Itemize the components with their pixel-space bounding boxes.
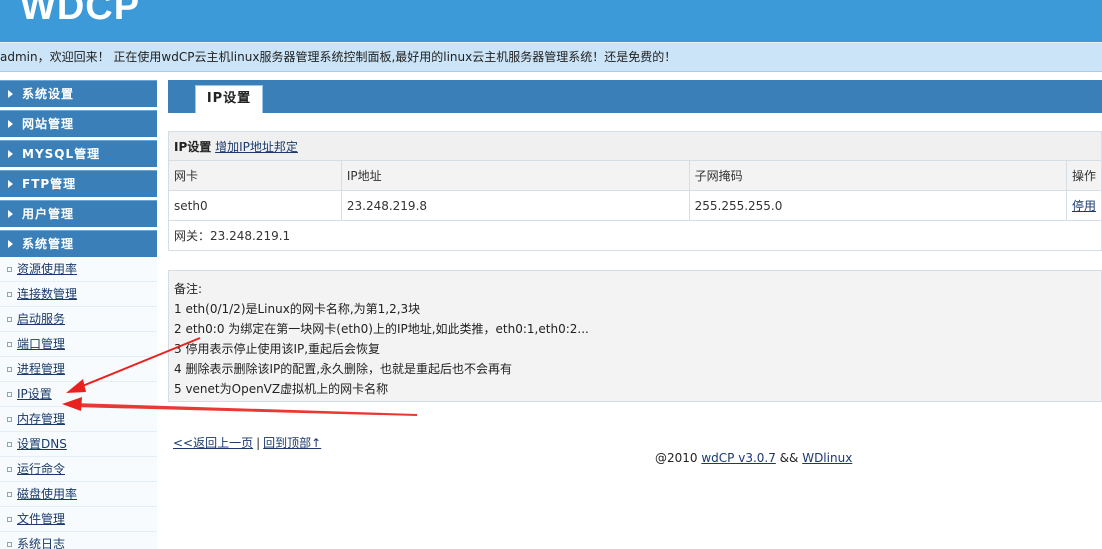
note-line: 2 eth0:0 为绑定在第一块网卡(eth0)上的IP地址,如此类推，eth0… bbox=[174, 322, 589, 336]
menu-mysql-management[interactable]: MYSQL管理 bbox=[0, 140, 157, 167]
welcome-bar: admin，欢迎回来！ 正在使用wdCP云主机linux服务器管理系统控制面板,… bbox=[0, 42, 1102, 72]
logo: WDCP bbox=[20, 0, 141, 28]
bullet-square-icon bbox=[7, 267, 12, 272]
sidebar-link[interactable]: 资源使用率 bbox=[17, 262, 77, 276]
triangle-right-icon bbox=[8, 90, 13, 98]
add-ip-binding-link[interactable]: 增加IP地址邦定 bbox=[215, 140, 298, 154]
bullet-square-icon bbox=[7, 442, 12, 447]
sidebar-link[interactable]: IP设置 bbox=[17, 387, 52, 401]
menu-ftp-management[interactable]: FTP管理 bbox=[0, 170, 157, 197]
sidebar-item-dns: 设置DNS bbox=[0, 432, 157, 457]
col-header-action: 操作 bbox=[1065, 160, 1102, 191]
col-header-ip: IP地址 bbox=[340, 160, 690, 191]
sidebar-item-disk-usage: 磁盘使用率 bbox=[0, 482, 157, 507]
menu-label: MYSQL管理 bbox=[22, 147, 101, 161]
bullet-square-icon bbox=[7, 392, 12, 397]
bullet-square-icon bbox=[7, 542, 12, 547]
menu-site-management[interactable]: 网站管理 bbox=[0, 110, 157, 137]
brand-link[interactable]: WDlinux bbox=[802, 451, 852, 465]
sidebar-link[interactable]: 系统日志 bbox=[17, 537, 65, 549]
sidebar-link[interactable]: 端口管理 bbox=[17, 337, 65, 351]
sidebar-item-memory: 内存管理 bbox=[0, 407, 157, 432]
menu-label: 系统管理 bbox=[22, 237, 75, 251]
cell-mask: 255.255.255.0 bbox=[688, 190, 1067, 221]
sidebar-item-ports: 端口管理 bbox=[0, 332, 157, 357]
sidebar-link[interactable]: 文件管理 bbox=[17, 512, 65, 526]
note-line: 3 停用表示停止使用该IP,重起后会恢复 bbox=[174, 342, 381, 356]
col-header-mask: 子网掩码 bbox=[688, 160, 1067, 191]
bullet-square-icon bbox=[7, 467, 12, 472]
sidebar-link[interactable]: 磁盘使用率 bbox=[17, 487, 77, 501]
separator: | bbox=[256, 436, 261, 450]
version-link[interactable]: wdCP v3.0.7 bbox=[701, 451, 776, 465]
bullet-square-icon bbox=[7, 317, 12, 322]
menu-system-settings[interactable]: 系统设置 bbox=[0, 80, 157, 107]
sidebar-item-ip-settings: IP设置 bbox=[0, 382, 157, 407]
table-row: seth0 23.248.219.8 255.255.255.0 停用 bbox=[168, 190, 1102, 221]
tab-bar: IP设置 bbox=[168, 80, 1102, 113]
menu-label: FTP管理 bbox=[22, 177, 77, 191]
back-link[interactable]: <<返回上一页 bbox=[173, 436, 253, 450]
sidebar-item-run-command: 运行命令 bbox=[0, 457, 157, 482]
note-line: 5 venet为OpenVZ虚拟机上的网卡名称 bbox=[174, 382, 389, 396]
bullet-square-icon bbox=[7, 417, 12, 422]
footer: @2010 wdCP v3.0.7 && WDlinux bbox=[655, 451, 852, 465]
col-header-nic: 网卡 bbox=[168, 160, 342, 191]
gateway-row: 网关：23.248.219.1 bbox=[168, 220, 1102, 251]
copyright-text: @2010 bbox=[655, 451, 702, 465]
sidebar-item-connections: 连接数管理 bbox=[0, 282, 157, 307]
sidebar-item-file-management: 文件管理 bbox=[0, 507, 157, 532]
bullet-square-icon bbox=[7, 492, 12, 497]
sidebar-item-system-log: 系统日志 bbox=[0, 532, 157, 549]
menu-user-management[interactable]: 用户管理 bbox=[0, 200, 157, 227]
note-line: 4 删除表示删除该IP的配置,永久删除，也就是重起后也不会再有 bbox=[174, 362, 513, 376]
page-nav-links: <<返回上一页 | 回到顶部↑ bbox=[173, 434, 321, 451]
sidebar-item-processes: 进程管理 bbox=[0, 357, 157, 382]
welcome-text: admin，欢迎回来！ 正在使用wdCP云主机linux服务器管理系统控制面板,… bbox=[0, 50, 677, 64]
bullet-square-icon bbox=[7, 517, 12, 522]
menu-label: 网站管理 bbox=[22, 117, 75, 131]
tab-ip-settings[interactable]: IP设置 bbox=[195, 85, 263, 113]
sidebar-link[interactable]: 连接数管理 bbox=[17, 287, 77, 301]
footer-mid-text: && bbox=[775, 451, 803, 465]
triangle-right-icon bbox=[8, 150, 13, 158]
gateway-text: 网关：23.248.219.1 bbox=[168, 220, 1102, 251]
sidebar-link[interactable]: 进程管理 bbox=[17, 362, 65, 376]
note-line: 备注: bbox=[174, 282, 203, 296]
sidebar-link[interactable]: 启动服务 bbox=[17, 312, 65, 326]
top-header: WDCP bbox=[0, 0, 1102, 42]
sidebar-item-resource-usage: 资源使用率 bbox=[0, 257, 157, 282]
sidebar-item-services: 启动服务 bbox=[0, 307, 157, 332]
menu-label: 用户管理 bbox=[22, 207, 75, 221]
triangle-right-icon bbox=[8, 180, 13, 188]
table-title-row: IP设置 增加IP地址邦定 bbox=[168, 131, 1102, 161]
triangle-right-icon bbox=[8, 210, 13, 218]
cell-nic: seth0 bbox=[168, 190, 342, 221]
section-title: IP设置 bbox=[174, 139, 212, 154]
note-line: 1 eth(0/1/2)是Linux的网卡名称,为第1,2,3块 bbox=[174, 302, 421, 316]
bullet-square-icon bbox=[7, 367, 12, 372]
sidebar: 系统设置 网站管理 MYSQL管理 FTP管理 用户管理 系统管理 资源使用率 … bbox=[0, 80, 157, 549]
menu-label: 系统设置 bbox=[22, 87, 75, 101]
disable-link[interactable]: 停用 bbox=[1072, 199, 1096, 213]
notes-box: 备注: 1 eth(0/1/2)是Linux的网卡名称,为第1,2,3块 2 e… bbox=[168, 270, 1102, 402]
table-header-row: 网卡 IP地址 子网掩码 操作 bbox=[168, 160, 1102, 191]
triangle-right-icon bbox=[8, 240, 13, 248]
main-content: IP设置 IP设置 增加IP地址邦定 网卡 IP地址 子网掩码 操作 seth0… bbox=[168, 80, 1102, 465]
ip-table: IP设置 增加IP地址邦定 网卡 IP地址 子网掩码 操作 seth0 23.2… bbox=[168, 131, 1102, 251]
bullet-square-icon bbox=[7, 292, 12, 297]
sidebar-link[interactable]: 设置DNS bbox=[17, 437, 67, 451]
bullet-square-icon bbox=[7, 342, 12, 347]
sidebar-link[interactable]: 运行命令 bbox=[17, 462, 65, 476]
sidebar-link[interactable]: 内存管理 bbox=[17, 412, 65, 426]
triangle-right-icon bbox=[8, 120, 13, 128]
cell-ip: 23.248.219.8 bbox=[340, 190, 690, 221]
menu-system-management[interactable]: 系统管理 bbox=[0, 230, 157, 257]
back-to-top-link[interactable]: 回到顶部↑ bbox=[263, 436, 321, 450]
